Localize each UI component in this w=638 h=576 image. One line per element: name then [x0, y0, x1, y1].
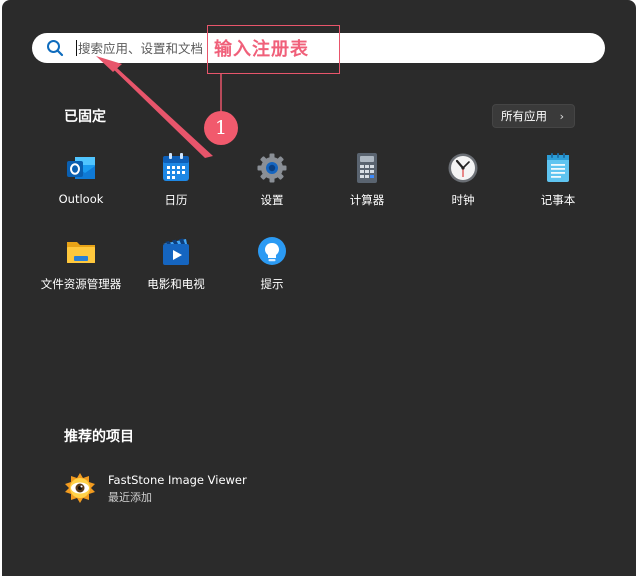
- chevron-right-icon: ›: [559, 110, 564, 123]
- text-caret: [76, 40, 77, 56]
- annotation-label: 输入注册表: [214, 39, 309, 60]
- file-explorer-icon: [67, 242, 95, 263]
- pinned-app-tips[interactable]: 提示: [227, 236, 317, 306]
- app-label: 计算器: [349, 193, 385, 207]
- pinned-app-file-explorer[interactable]: 文件资源管理器: [36, 236, 126, 306]
- app-label: 记事本: [540, 193, 576, 207]
- pinned-app-movies-tv[interactable]: 电影和电视: [131, 236, 221, 306]
- all-apps-button[interactable]: 所有应用 ›: [492, 104, 575, 128]
- search-icon: [47, 40, 64, 57]
- app-label: 日历: [164, 193, 188, 207]
- app-label: 设置: [260, 193, 284, 207]
- calendar-icon: [163, 153, 189, 181]
- pinned-app-calculator[interactable]: 计算器: [322, 152, 412, 222]
- pinned-section-title: 已固定: [64, 109, 106, 125]
- recommended-item-faststone[interactable]: FastStone Image Viewer 最近添加: [62, 470, 282, 510]
- app-label: 时钟: [451, 193, 475, 207]
- notepad-icon: [547, 153, 569, 182]
- settings-gear-icon: [257, 153, 287, 183]
- calculator-icon: [357, 153, 377, 183]
- clock-icon: [448, 153, 478, 183]
- pinned-app-notepad[interactable]: 记事本: [513, 152, 603, 222]
- faststone-eye-icon: [65, 473, 95, 503]
- recommended-section-title: 推荐的项目: [64, 429, 134, 445]
- app-label: 提示: [260, 277, 284, 291]
- movies-tv-icon: [163, 238, 189, 265]
- tips-icon: [258, 237, 286, 265]
- pinned-app-calendar[interactable]: 日历: [131, 152, 221, 222]
- pinned-app-outlook[interactable]: Outlook: [36, 152, 126, 222]
- outlook-icon: [67, 157, 95, 179]
- pinned-app-clock[interactable]: 时钟: [418, 152, 508, 222]
- recommended-item-subtitle: 最近添加: [108, 491, 152, 504]
- annotation-step-number: 1: [204, 111, 238, 145]
- all-apps-label: 所有应用: [501, 109, 547, 123]
- recommended-item-name: FastStone Image Viewer: [108, 473, 247, 487]
- app-label: 文件资源管理器: [40, 277, 122, 291]
- app-label: Outlook: [58, 192, 104, 206]
- app-label: 电影和电视: [147, 277, 205, 291]
- pinned-app-settings[interactable]: 设置: [227, 152, 317, 222]
